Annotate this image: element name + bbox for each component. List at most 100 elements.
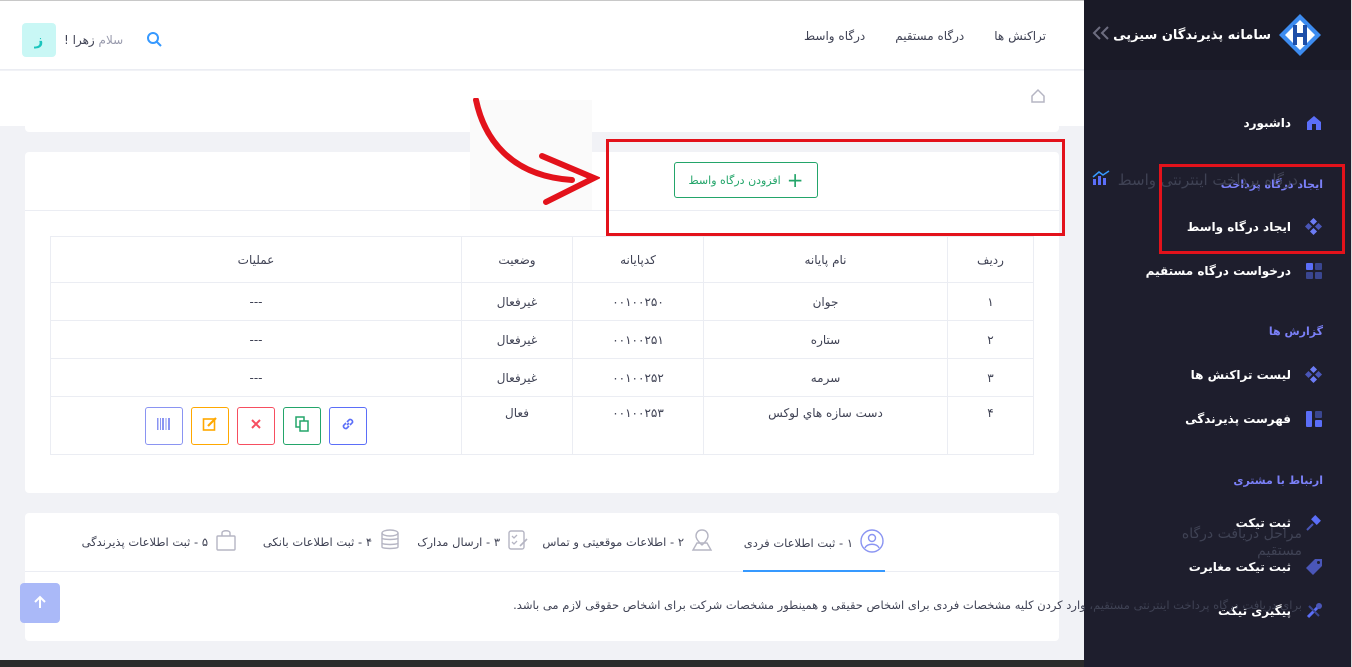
top-nav: تراکنش ها درگاه مستقیم درگاه واسط — [804, 29, 1046, 43]
cell-status: فعال — [461, 396, 573, 455]
arrow-up-icon — [32, 594, 48, 613]
sidebar-section-reports: گزارش ها — [1268, 325, 1323, 338]
cell-terminal-code: ۰۰۱۰۰۲۵۲ — [572, 358, 704, 397]
barcode-icon — [156, 417, 172, 434]
col-header: عملیات — [50, 236, 462, 283]
topnav-intermediary-gateway[interactable]: درگاه واسط — [804, 29, 865, 43]
grid-icon — [1305, 262, 1323, 280]
highlight-box-card-header — [606, 139, 1065, 236]
brand-logo-icon[interactable] — [1277, 12, 1323, 58]
user-greeting: سلام زهرا ! — [64, 33, 123, 47]
tools-icon — [1305, 602, 1323, 620]
user-menu[interactable]: ز سلام زهرا ! — [22, 23, 123, 57]
step-label: ۲ - اطلاعات موقعیتی و تماس — [542, 534, 684, 549]
barcode-button[interactable] — [145, 406, 183, 445]
topnav-transactions[interactable]: تراکنش ها — [994, 29, 1046, 43]
scroll-top-button[interactable] — [20, 583, 60, 623]
cell-ops: --- — [50, 282, 462, 321]
col-header: وضعیت — [461, 236, 573, 283]
active-step-indicator — [743, 570, 885, 572]
step-label: ۱ - ثبت اطلاعات فردی — [743, 535, 853, 550]
cell-terminal-name: جوان — [703, 282, 948, 321]
cell-index: ۲ — [947, 320, 1034, 359]
step-label: ۴ - ثبت اطلاعات بانکی — [262, 534, 372, 549]
delete-button[interactable] — [237, 406, 275, 445]
col-header: نام پایانه — [703, 236, 948, 283]
sidebar-item-merchants[interactable]: فهرست پذیرندگی — [1185, 410, 1323, 428]
cell-status: غیرفعال — [461, 358, 573, 397]
user-name: زهرا ! — [64, 33, 95, 47]
annotation-arrow-icon — [473, 98, 600, 205]
shopping-bag-icon — [214, 528, 238, 555]
highlight-box-sidebar — [1159, 164, 1345, 254]
cell-terminal-name: سرمه — [703, 358, 948, 397]
step-tab-personal[interactable]: ۱ - ثبت اطلاعات فردی — [744, 528, 885, 557]
step-tab-location[interactable]: ۲ - اطلاعات موقعیتی و تماس — [542, 528, 714, 555]
tag-icon — [1305, 558, 1323, 576]
chart-icon — [1092, 170, 1110, 190]
cell-status: غیرفعال — [461, 320, 573, 359]
cell-ops — [50, 396, 462, 455]
col-header: کدپایانه — [572, 236, 704, 283]
sidebar-item-transactions[interactable]: لیست تراکنش ها — [1191, 366, 1323, 384]
double-chevron-icon[interactable] — [1091, 25, 1113, 46]
step-tab-bank[interactable]: ۴ - ثبت اطلاعات بانکی — [263, 528, 402, 555]
table-header-row: ردیف نام پایانه کدپایانه وضعیت عملیات — [50, 236, 1034, 283]
step-tab-merchant[interactable]: ۵ - ثبت اطلاعات پذیرندگی — [82, 528, 238, 555]
cell-ops: --- — [50, 358, 462, 397]
sidebar-item-direct-request[interactable]: درخواست درگاه مستقیم — [1146, 262, 1323, 280]
cell-status: غیرفعال — [461, 282, 573, 321]
cell-ops: --- — [50, 320, 462, 359]
top-bar: تراکنش ها درگاه مستقیم درگاه واسط ز سلام… — [0, 0, 1084, 70]
link-button[interactable] — [329, 406, 367, 445]
step-description: برای دریافت درگاه پرداخت اینترنتی مستقیم… — [513, 598, 1302, 612]
pin-icon — [1305, 514, 1323, 532]
bottom-edge — [0, 660, 1084, 667]
gateway-table: ردیف نام پایانه کدپایانه وضعیت عملیات ۱ … — [50, 236, 1034, 455]
sidebar-item-label: فهرست پذیرندگی — [1185, 412, 1291, 426]
coins-icon — [378, 528, 402, 555]
sidebar-item-dispute-ticket[interactable]: ثبت تیکت مغایرت — [1189, 558, 1323, 576]
copy-button[interactable] — [283, 406, 321, 445]
steps-title: مراحل دریافت درگاه مستقیم — [1181, 526, 1302, 559]
link-icon — [340, 416, 356, 435]
cell-index: ۳ — [947, 358, 1034, 397]
table-row: ۴ دست سازه هاي لوکس ۰۰۱۰۰۲۵۳ فعال — [50, 396, 1034, 455]
cell-terminal-name: ستاره — [703, 320, 948, 359]
cell-terminal-name: دست سازه هاي لوکس — [703, 396, 948, 455]
search-icon[interactable] — [146, 31, 162, 50]
cell-index: ۱ — [947, 282, 1034, 321]
home-icon — [1305, 114, 1323, 132]
table-row: ۲ ستاره ۰۰۱۰۰۲۵۱ غیرفعال --- — [50, 320, 1034, 359]
checklist-icon — [506, 528, 530, 555]
cell-terminal-code: ۰۰۱۰۰۲۵۱ — [572, 320, 704, 359]
diamond-grid-icon — [1305, 366, 1323, 384]
map-icon — [690, 528, 714, 555]
step-label: ۳ - ارسال مدارک — [417, 534, 500, 549]
table-row: ۳ سرمه ۰۰۱۰۰۲۵۲ غیرفعال --- — [50, 358, 1034, 397]
copy-icon — [295, 416, 309, 435]
sidebar-item-label: لیست تراکنش ها — [1190, 368, 1291, 382]
list-icon — [1305, 410, 1323, 428]
sidebar: سامانه پذیرندگان سیزپی داشبورد ایجاد درگ… — [1084, 0, 1352, 667]
edit-button[interactable] — [191, 406, 229, 445]
sidebar-item-label: ثبت تیکت مغایرت — [1188, 560, 1291, 574]
topnav-direct-gateway[interactable]: درگاه مستقیم — [895, 29, 964, 43]
sidebar-section-contact: ارتباط با مشتری — [1233, 474, 1323, 487]
step-tab-documents[interactable]: ۳ - ارسال مدارک — [417, 528, 530, 555]
breadcrumb-home-icon[interactable] — [1030, 88, 1046, 107]
sidebar-item-label: درخواست درگاه مستقیم — [1145, 264, 1291, 278]
brand-name: سامانه پذیرندگان سیزپی — [1113, 27, 1271, 43]
sidebar-item-dashboard[interactable]: داشبورد — [1243, 114, 1323, 132]
steps-divider — [25, 571, 1059, 572]
cell-terminal-code: ۰۰۱۰۰۲۵۰ — [572, 282, 704, 321]
sidebar-item-label: داشبورد — [1243, 116, 1291, 130]
greeting-prefix: سلام — [98, 33, 124, 47]
user-circle-icon — [859, 528, 885, 557]
step-label: ۵ - ثبت اطلاعات پذیرندگی — [81, 534, 208, 549]
cell-terminal-code: ۰۰۱۰۰۲۵۳ — [572, 396, 704, 455]
sidebar-header: سامانه پذیرندگان سیزپی — [1084, 0, 1351, 70]
table-row: ۱ جوان ۰۰۱۰۰۲۵۰ غیرفعال --- — [50, 282, 1034, 321]
avatar[interactable]: ز — [22, 23, 56, 57]
close-icon — [250, 418, 262, 433]
